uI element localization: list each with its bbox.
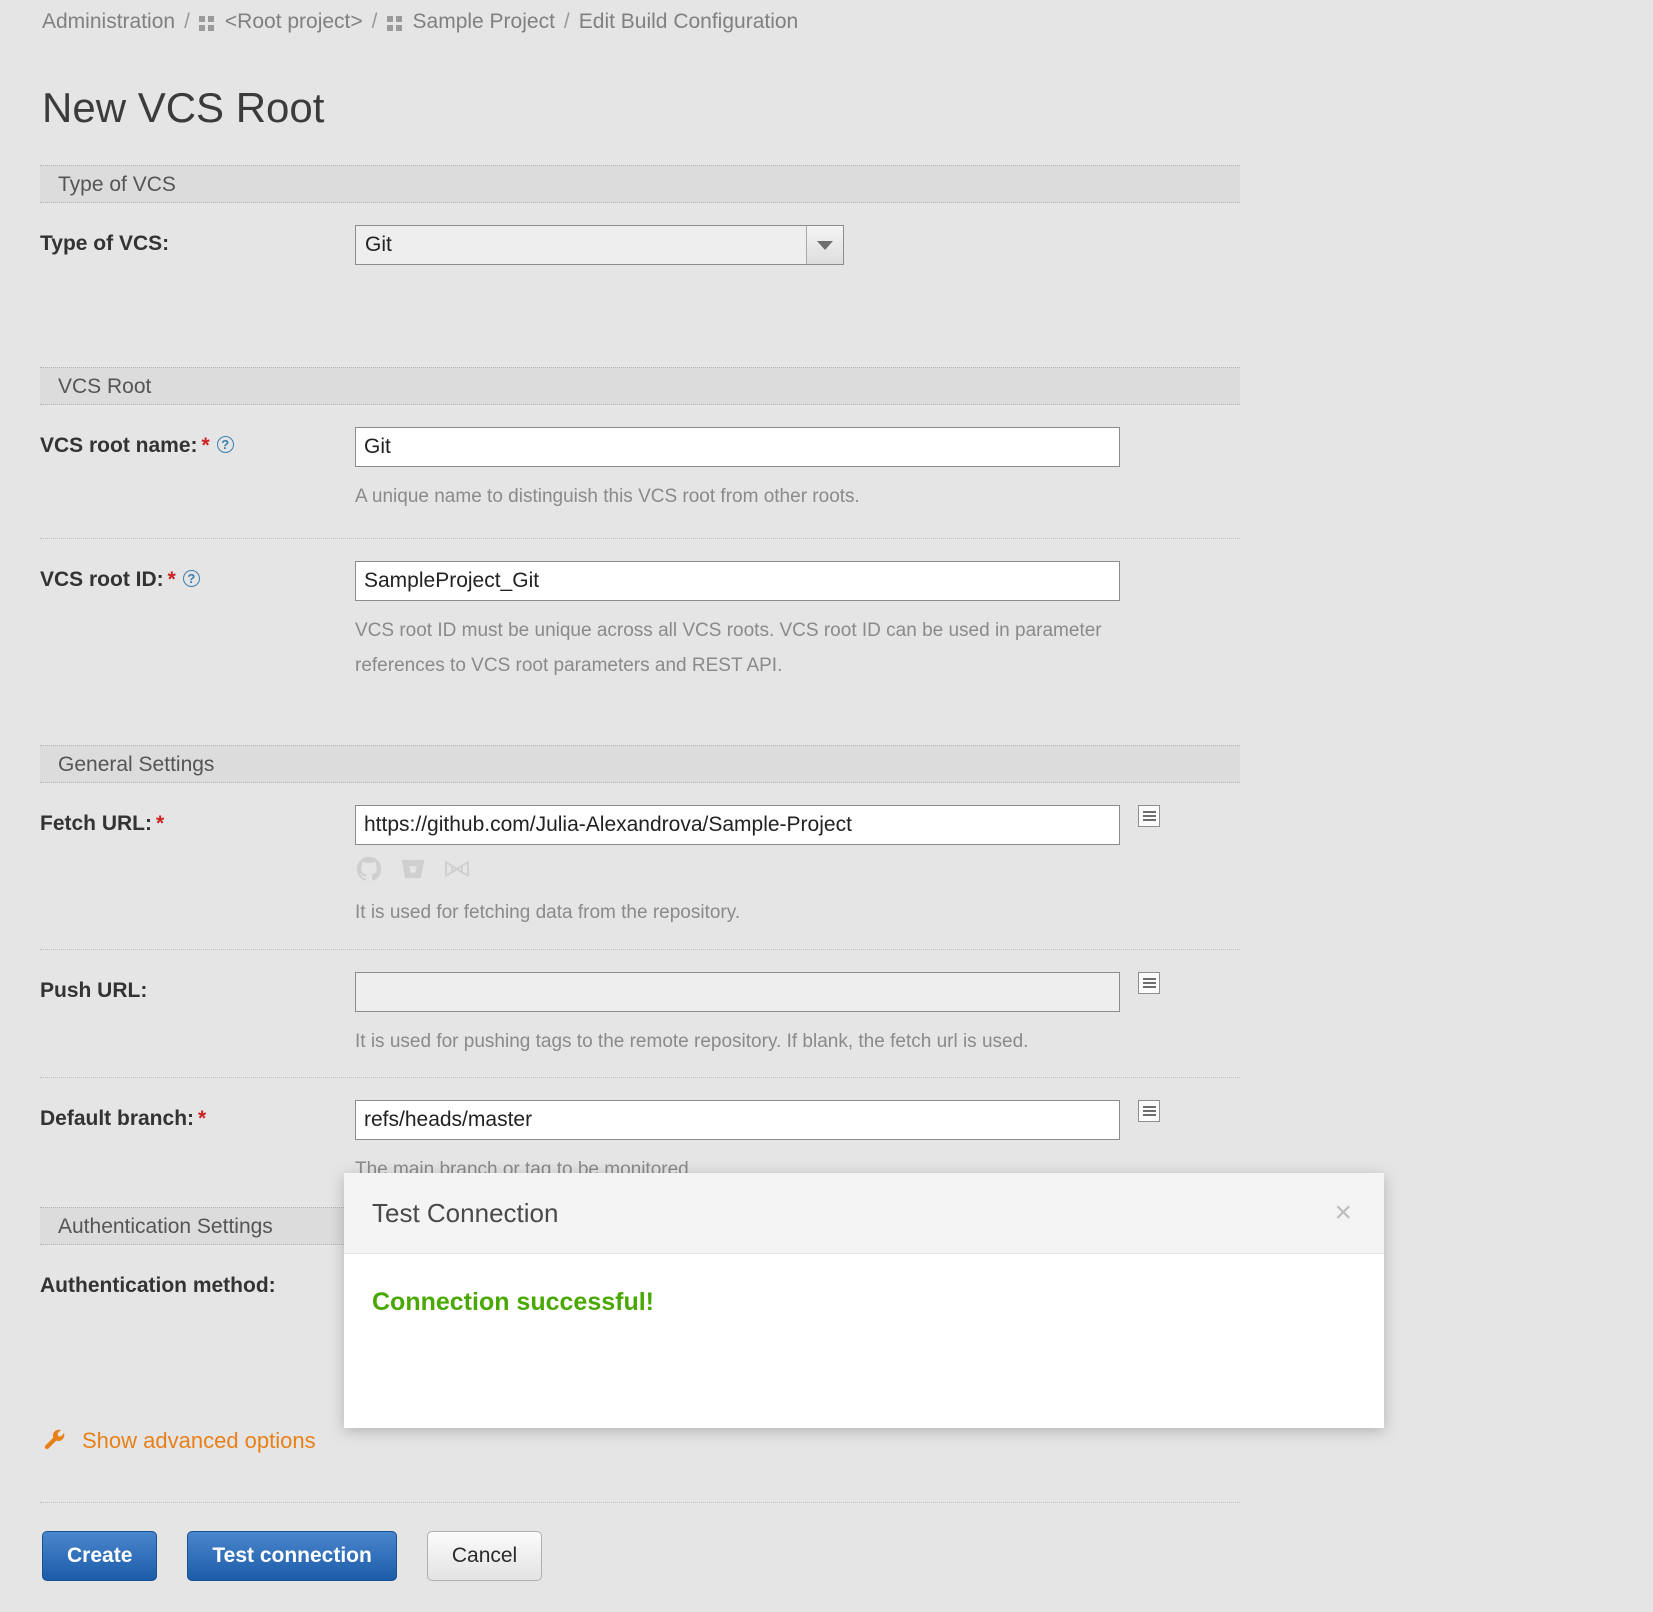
label-text-default-branch: Default branch: bbox=[40, 1106, 195, 1130]
required-marker: * bbox=[156, 812, 165, 836]
label-type-of-vcs: Type of VCS: bbox=[40, 232, 170, 255]
fetch-url-editor-icon[interactable] bbox=[1138, 805, 1160, 828]
repository-provider-icons bbox=[355, 855, 1240, 883]
label-text-push-url: Push URL: bbox=[40, 978, 148, 1002]
label-authentication-method: Authentication method: bbox=[40, 1273, 276, 1297]
hint-push-url: It is used for pushing tags to the remot… bbox=[355, 1030, 1029, 1052]
dialog-title: Test Connection bbox=[372, 1197, 559, 1228]
required-marker: * bbox=[167, 568, 176, 592]
vsts-icon[interactable] bbox=[443, 855, 471, 883]
label-text-vcs-root-id: VCS root ID: bbox=[40, 568, 164, 592]
breadcrumb-separator: / bbox=[184, 10, 190, 33]
breadcrumb-separator: / bbox=[371, 10, 378, 33]
vcs-root-id-input[interactable] bbox=[355, 561, 1120, 602]
connection-status-message: Connection successful! bbox=[372, 1288, 654, 1316]
cancel-button[interactable]: Cancel bbox=[426, 1531, 543, 1581]
help-icon[interactable]: ? bbox=[216, 436, 234, 453]
row-push-url: Push URL: It is used for pushing tags to… bbox=[40, 948, 1240, 1059]
breadcrumb-separator: / bbox=[563, 10, 570, 33]
row-default-branch: Default branch:* The main branch or tag … bbox=[40, 1076, 1240, 1187]
test-connection-button[interactable]: Test connection bbox=[187, 1531, 397, 1581]
github-icon[interactable] bbox=[355, 855, 383, 883]
label-vcs-root-id: VCS root ID: *? bbox=[40, 561, 355, 592]
breadcrumb-item-edit-build-configuration[interactable]: Edit Build Configuration bbox=[579, 10, 798, 34]
label-push-url: Push URL: bbox=[40, 972, 355, 1003]
label-vcs-root-name: VCS root name: *? bbox=[40, 427, 355, 458]
section-header-vcs-root: VCS Root bbox=[40, 367, 1240, 405]
dialog-body: Connection successful! bbox=[344, 1254, 1384, 1428]
show-advanced-options-label: Show advanced options bbox=[82, 1428, 316, 1453]
hint-fetch-url: It is used for fetching data from the re… bbox=[355, 902, 741, 924]
dialog-header: Test Connection × bbox=[344, 1173, 1384, 1254]
breadcrumb-item-administration[interactable]: Administration bbox=[42, 10, 175, 34]
help-icon[interactable]: ? bbox=[182, 570, 200, 588]
default-branch-editor-icon[interactable] bbox=[1138, 1099, 1160, 1122]
type-of-vcs-selected-value: Git bbox=[365, 233, 392, 256]
breadcrumb-item-sample-project[interactable]: Sample Project bbox=[413, 10, 555, 34]
form-actions: Create Test connection Cancel bbox=[42, 1531, 543, 1581]
type-of-vcs-select[interactable]: Git bbox=[355, 225, 844, 265]
vcs-root-form: Type of VCS Type of VCS: Git VCS Root VC… bbox=[40, 165, 1240, 1298]
bottom-divider bbox=[40, 1502, 1240, 1503]
push-url-editor-icon[interactable] bbox=[1138, 971, 1160, 994]
close-icon[interactable]: × bbox=[1324, 1194, 1362, 1232]
fetch-url-input[interactable] bbox=[355, 805, 1120, 846]
row-vcs-root-name: VCS root name:*? A unique name to distin… bbox=[40, 405, 1240, 514]
show-advanced-options-link[interactable]: Show advanced options bbox=[42, 1428, 316, 1454]
default-branch-input[interactable] bbox=[355, 1099, 1120, 1140]
project-grid-icon bbox=[198, 15, 216, 33]
wrench-icon bbox=[44, 1429, 65, 1450]
vcs-root-name-input[interactable] bbox=[355, 427, 1120, 467]
breadcrumb: Administration / <Root project> / Sample… bbox=[42, 10, 798, 34]
page-title: New VCS Root bbox=[42, 84, 325, 132]
label-text-vcs-root-name: VCS root name: bbox=[40, 434, 198, 457]
push-url-input[interactable] bbox=[355, 971, 1120, 1012]
project-grid-icon bbox=[386, 15, 404, 33]
label-fetch-url: Fetch URL: * bbox=[40, 805, 355, 836]
section-header-type-of-vcs: Type of VCS bbox=[40, 165, 1240, 203]
label-text-fetch-url: Fetch URL: bbox=[40, 812, 152, 836]
chevron-down-icon[interactable] bbox=[806, 226, 843, 264]
hint-vcs-root-id: VCS root ID must be unique across all VC… bbox=[355, 620, 1102, 677]
row-vcs-root-id: VCS root ID:*? VCS root ID must be uniqu… bbox=[40, 538, 1240, 683]
label-default-branch: Default branch: * bbox=[40, 1100, 355, 1131]
section-header-general-settings: General Settings bbox=[40, 745, 1240, 784]
hint-vcs-root-name: A unique name to distinguish this VCS ro… bbox=[355, 486, 860, 507]
row-fetch-url: Fetch URL:* It is used for fetching data… bbox=[40, 783, 1240, 930]
row-type-of-vcs: Type of VCS: Git bbox=[40, 203, 1240, 265]
required-marker: * bbox=[201, 434, 210, 457]
bitbucket-icon[interactable] bbox=[399, 855, 427, 883]
test-connection-dialog: Test Connection × Connection successful! bbox=[344, 1173, 1384, 1428]
required-marker: * bbox=[198, 1106, 207, 1130]
create-button[interactable]: Create bbox=[42, 1531, 158, 1581]
breadcrumb-item-root-project[interactable]: <Root project> bbox=[225, 10, 363, 34]
